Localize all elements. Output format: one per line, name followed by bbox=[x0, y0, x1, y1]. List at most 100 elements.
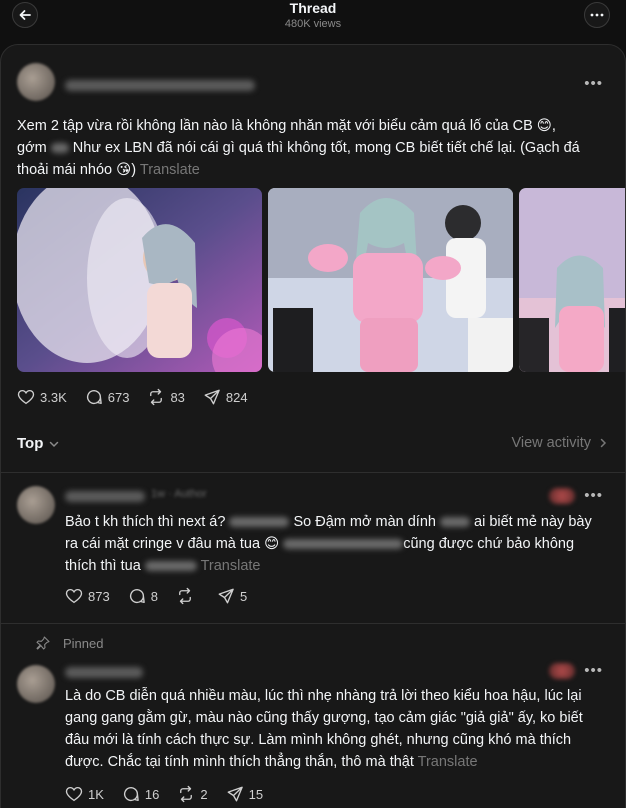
post-body: Xem 2 tập vừa rồi không lần nào là không… bbox=[17, 115, 617, 181]
comment-text-line: ra cái mặt cringe v đâu mà tua bbox=[65, 536, 265, 552]
comment-actions: 1K 16 2 15 bbox=[65, 785, 281, 803]
repost-button[interactable] bbox=[176, 587, 199, 605]
blurred-text bbox=[50, 143, 69, 154]
comment-icon bbox=[129, 589, 145, 604]
post-text-line: Xem 2 tập vừa rồi không lần nào là không… bbox=[17, 118, 537, 134]
share-count: 15 bbox=[248, 786, 264, 802]
post-text-line: thoải mái nhóo bbox=[17, 162, 117, 178]
comment-text-line: ai biết mẻ này bày bbox=[474, 514, 592, 530]
author-name-blurred bbox=[65, 80, 255, 91]
comment-text-line: gang gang gằm gừ, màu nào cũng thấy gượn… bbox=[65, 710, 583, 726]
chevron-right-icon bbox=[600, 438, 607, 448]
comment-text-line: đâu mới là tính cách thực sự. Làm mình k… bbox=[65, 732, 572, 748]
sort-dropdown[interactable]: Top bbox=[17, 435, 60, 452]
thread-card: ••• Xem 2 tập vừa rồi không lần nào là k… bbox=[0, 44, 626, 808]
send-icon bbox=[227, 786, 243, 802]
like-button[interactable]: 3.3K bbox=[17, 388, 67, 406]
blurred-text bbox=[283, 539, 404, 550]
pinned-text: Pinned bbox=[63, 635, 104, 651]
repost-icon bbox=[180, 785, 193, 803]
like-count: 3.3K bbox=[40, 389, 67, 405]
photo-performer-wings bbox=[17, 188, 262, 372]
smile-emoji: 😊 bbox=[264, 536, 280, 552]
heart-icon bbox=[65, 786, 83, 802]
comment-body: Bảo t kh thích thì next á? So Đậm mở màn… bbox=[65, 511, 615, 577]
pin-icon bbox=[36, 636, 50, 650]
share-button[interactable]: 15 bbox=[226, 785, 263, 803]
photo-2[interactable] bbox=[268, 188, 513, 372]
sort-label: Top bbox=[17, 435, 44, 452]
post-more-button[interactable]: ••• bbox=[584, 75, 603, 92]
divider bbox=[1, 623, 625, 624]
post-text-line: ) bbox=[131, 162, 137, 178]
reply-button[interactable]: 673 bbox=[85, 388, 130, 406]
share-count: 5 bbox=[239, 588, 248, 604]
reply-count: 16 bbox=[144, 786, 160, 802]
repost-button[interactable]: 2 bbox=[177, 785, 208, 803]
heart-icon bbox=[65, 588, 83, 604]
comment-icon bbox=[86, 390, 102, 405]
like-button[interactable]: 1K bbox=[65, 785, 104, 803]
media-carousel[interactable] bbox=[17, 188, 625, 372]
comment-actions: 873 8 5 bbox=[65, 587, 265, 605]
photo-1[interactable] bbox=[17, 188, 262, 372]
reply-button[interactable]: 8 bbox=[128, 587, 158, 605]
smile-emoji: 😊 bbox=[536, 118, 552, 134]
avatar[interactable] bbox=[17, 63, 55, 101]
more-options-button[interactable] bbox=[584, 2, 610, 28]
kiss-emoji: 😘 bbox=[116, 162, 132, 178]
share-count: 824 bbox=[225, 389, 248, 405]
repost-count: 2 bbox=[200, 786, 208, 802]
reply-sort-bar: Top View activity bbox=[17, 435, 609, 457]
photo-dancers bbox=[519, 188, 625, 372]
comment-meta: 1w · Author bbox=[151, 488, 207, 500]
post-actions: 3.3K 673 83 824 bbox=[17, 388, 266, 406]
post-text-line: Như ex LBN đã nói cái gì quá thì không t… bbox=[68, 140, 580, 156]
more-dots-icon bbox=[590, 13, 604, 17]
view-activity-label: View activity bbox=[511, 435, 591, 451]
comment-text-line: cũng được chứ bảo không bbox=[403, 536, 575, 552]
top-bar: Thread 480K views bbox=[0, 0, 626, 44]
like-count: 873 bbox=[88, 588, 110, 604]
post-text-line: gớm bbox=[17, 140, 47, 156]
reply-count: 8 bbox=[150, 588, 158, 604]
avatar[interactable] bbox=[17, 486, 55, 524]
repost-count: 83 bbox=[170, 389, 185, 405]
view-activity-link[interactable]: View activity bbox=[511, 435, 609, 451]
share-button[interactable]: 5 bbox=[217, 587, 247, 605]
share-button[interactable]: 824 bbox=[203, 388, 248, 406]
repost-icon bbox=[150, 388, 163, 406]
comment-text-line: Là do CB diễn quá nhiều màu, lúc thì nhẹ… bbox=[65, 688, 582, 704]
comment-body: Là do CB diễn quá nhiều màu, lúc thì nhẹ… bbox=[65, 685, 615, 773]
repost-icon bbox=[179, 587, 191, 605]
like-count: 1K bbox=[88, 786, 104, 802]
send-icon bbox=[204, 389, 220, 405]
translate-link[interactable]: Translate bbox=[140, 162, 200, 178]
reaction-badge bbox=[549, 488, 575, 504]
comment-icon bbox=[123, 787, 139, 802]
post-text-line: , bbox=[551, 118, 556, 134]
blurred-text bbox=[144, 561, 197, 572]
comment-more-button[interactable]: ••• bbox=[584, 487, 603, 504]
reply-button[interactable]: 16 bbox=[122, 785, 159, 803]
pinned-label: Pinned bbox=[35, 635, 103, 651]
photo-3[interactable] bbox=[519, 188, 625, 372]
translate-link[interactable]: Translate bbox=[201, 558, 261, 574]
chevron-down-icon bbox=[50, 441, 59, 447]
photo-performer-pink bbox=[268, 188, 513, 372]
like-button[interactable]: 873 bbox=[65, 587, 110, 605]
reaction-badge bbox=[549, 663, 575, 679]
translate-link[interactable]: Translate bbox=[418, 754, 478, 770]
reply-count: 673 bbox=[107, 389, 130, 405]
view-count: 480K views bbox=[284, 18, 342, 30]
blurred-text bbox=[229, 517, 290, 528]
avatar[interactable] bbox=[17, 665, 55, 703]
comment-text-line: thích thì tua bbox=[65, 558, 141, 574]
page-title: Thread bbox=[289, 0, 337, 16]
comment-more-button[interactable]: ••• bbox=[584, 662, 603, 679]
author-name-blurred bbox=[65, 491, 145, 502]
send-icon bbox=[218, 588, 234, 604]
repost-button[interactable]: 83 bbox=[147, 388, 185, 406]
heart-icon bbox=[17, 389, 35, 405]
divider bbox=[1, 472, 625, 473]
